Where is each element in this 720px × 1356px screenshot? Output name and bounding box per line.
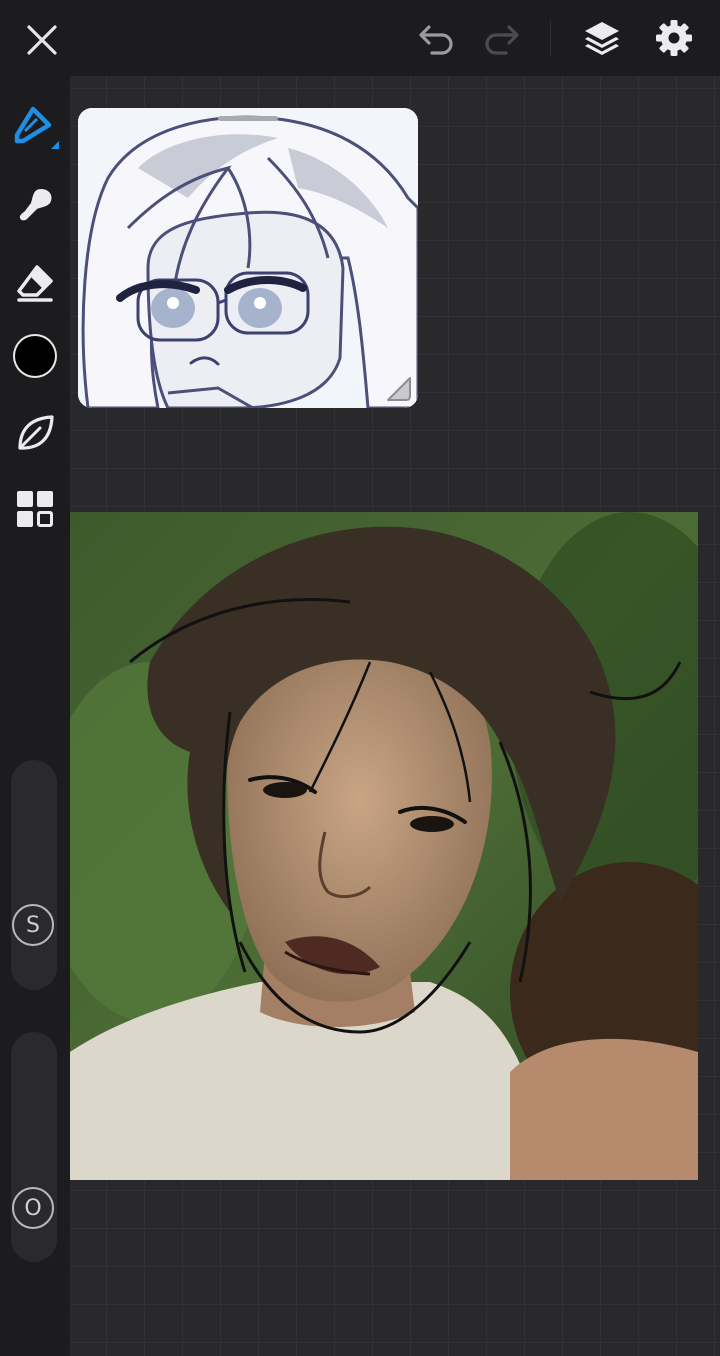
top-toolbar (0, 0, 720, 76)
redo-icon[interactable] (480, 18, 524, 62)
leaf-icon (18, 415, 54, 450)
brush-library[interactable] (10, 408, 60, 458)
eraser-icon (17, 265, 53, 302)
pen-tool[interactable] (10, 100, 60, 150)
opacity-slider-label: O (24, 1195, 42, 1221)
pen-icon (14, 106, 59, 149)
resize-corner-icon[interactable] (384, 374, 412, 402)
grid-icon (17, 491, 53, 527)
grid-menu[interactable] (10, 484, 60, 534)
size-slider-label: S (26, 912, 40, 938)
canvas-artwork[interactable] (70, 512, 698, 1180)
reference-drag-handle[interactable] (218, 116, 278, 121)
tool-sidebar: S O (0, 76, 70, 1356)
reference-image-window[interactable] (78, 108, 418, 408)
color-picker[interactable] (10, 331, 60, 381)
brush-size-slider[interactable]: S (11, 760, 57, 990)
artwork-image (70, 512, 698, 1180)
smudge-tool[interactable] (10, 180, 60, 230)
opacity-slider-knob[interactable]: O (12, 1187, 54, 1229)
current-color-swatch (15, 336, 55, 376)
reference-image (78, 108, 418, 408)
smudge-brush-icon (19, 189, 52, 221)
size-slider-knob[interactable]: S (12, 904, 54, 946)
opacity-slider[interactable]: O (11, 1032, 57, 1262)
undo-icon[interactable] (414, 18, 458, 62)
layers-icon[interactable] (580, 16, 624, 60)
eraser-tool[interactable] (10, 258, 60, 308)
settings-icon[interactable] (652, 16, 696, 60)
toolbar-divider (550, 20, 551, 56)
close-icon[interactable] (20, 18, 64, 62)
